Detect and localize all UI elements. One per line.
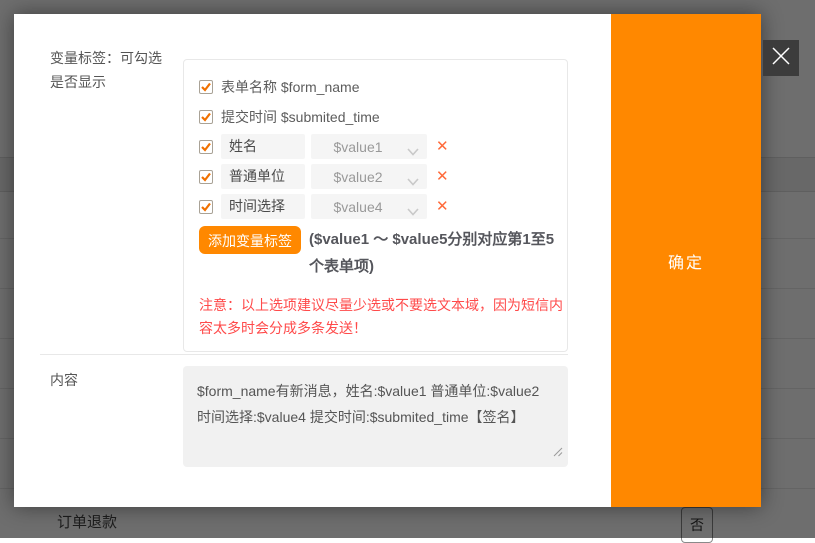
section-divider — [40, 354, 568, 355]
variable-row-name: 姓名 $value1 ✕ — [199, 134, 449, 159]
variable-tags-box: 表单名称 $form_name 提交时间 $submited_time 姓名 $… — [183, 59, 568, 352]
close-icon — [770, 45, 792, 72]
confirm-panel: 确定 — [611, 14, 761, 507]
chevron-down-icon — [407, 203, 419, 219]
selected-value: $value4 — [333, 199, 382, 215]
content-textarea-wrap: $form_name有新消息，姓名:$value1 普通单位:$value2 时… — [183, 366, 568, 467]
checkbox-checked-icon[interactable] — [199, 170, 213, 184]
variable-row-form-name: 表单名称 $form_name — [199, 77, 359, 97]
chevron-down-icon — [407, 143, 419, 159]
checkbox-checked-icon[interactable] — [199, 140, 213, 154]
sms-variable-dialog: 变量标签：可勾选是否显示 表单名称 $form_name 提交时间 $submi… — [14, 14, 761, 507]
variable-range-hint: ($value1 ～ $value5分别对应第1至5个表单项) — [309, 231, 554, 275]
field-name-box: 普通单位 — [221, 164, 305, 189]
selected-value: $value1 — [333, 139, 382, 155]
checkbox-checked-icon[interactable] — [199, 110, 213, 124]
field-name-box: 姓名 — [221, 134, 305, 159]
variable-row-unit: 普通单位 $value2 ✕ — [199, 164, 449, 189]
variable-row-label: 表单名称 $form_name — [221, 77, 359, 97]
resize-handle-icon[interactable] — [553, 444, 563, 462]
delete-row-icon[interactable]: ✕ — [436, 164, 449, 189]
value-select[interactable]: $value1 — [311, 134, 427, 159]
chevron-down-icon — [407, 173, 419, 189]
variable-tags-label: 变量标签：可勾选是否显示 — [50, 46, 166, 94]
delete-row-icon[interactable]: ✕ — [436, 134, 449, 159]
variable-row-submit-time: 提交时间 $submited_time — [199, 107, 380, 127]
variable-row-label: 提交时间 $submited_time — [221, 107, 380, 127]
delete-row-icon[interactable]: ✕ — [436, 194, 449, 219]
value-select[interactable]: $value2 — [311, 164, 427, 189]
checkbox-checked-icon[interactable] — [199, 80, 213, 94]
field-name-box: 时间选择 — [221, 194, 305, 219]
variable-row-time-select: 时间选择 $value4 ✕ — [199, 194, 449, 219]
add-variable-row: 添加变量标签 ($value1 ～ $value5分别对应第1至5个表单项) — [199, 226, 557, 280]
add-variable-tag-button[interactable]: 添加变量标签 — [199, 226, 301, 254]
sms-warning-text: 注意：以上选项建议尽量少选或不要选文本域，因为短信内容太多时会分成多条发送！ — [199, 294, 563, 340]
selected-value: $value2 — [333, 169, 382, 185]
close-button[interactable] — [763, 40, 799, 76]
value-select[interactable]: $value4 — [311, 194, 427, 219]
confirm-button[interactable]: 确定 — [668, 249, 704, 273]
checkbox-checked-icon[interactable] — [199, 200, 213, 214]
content-label: 内容 — [50, 370, 78, 390]
sms-content-textarea[interactable]: $form_name有新消息，姓名:$value1 普通单位:$value2 时… — [183, 366, 568, 467]
